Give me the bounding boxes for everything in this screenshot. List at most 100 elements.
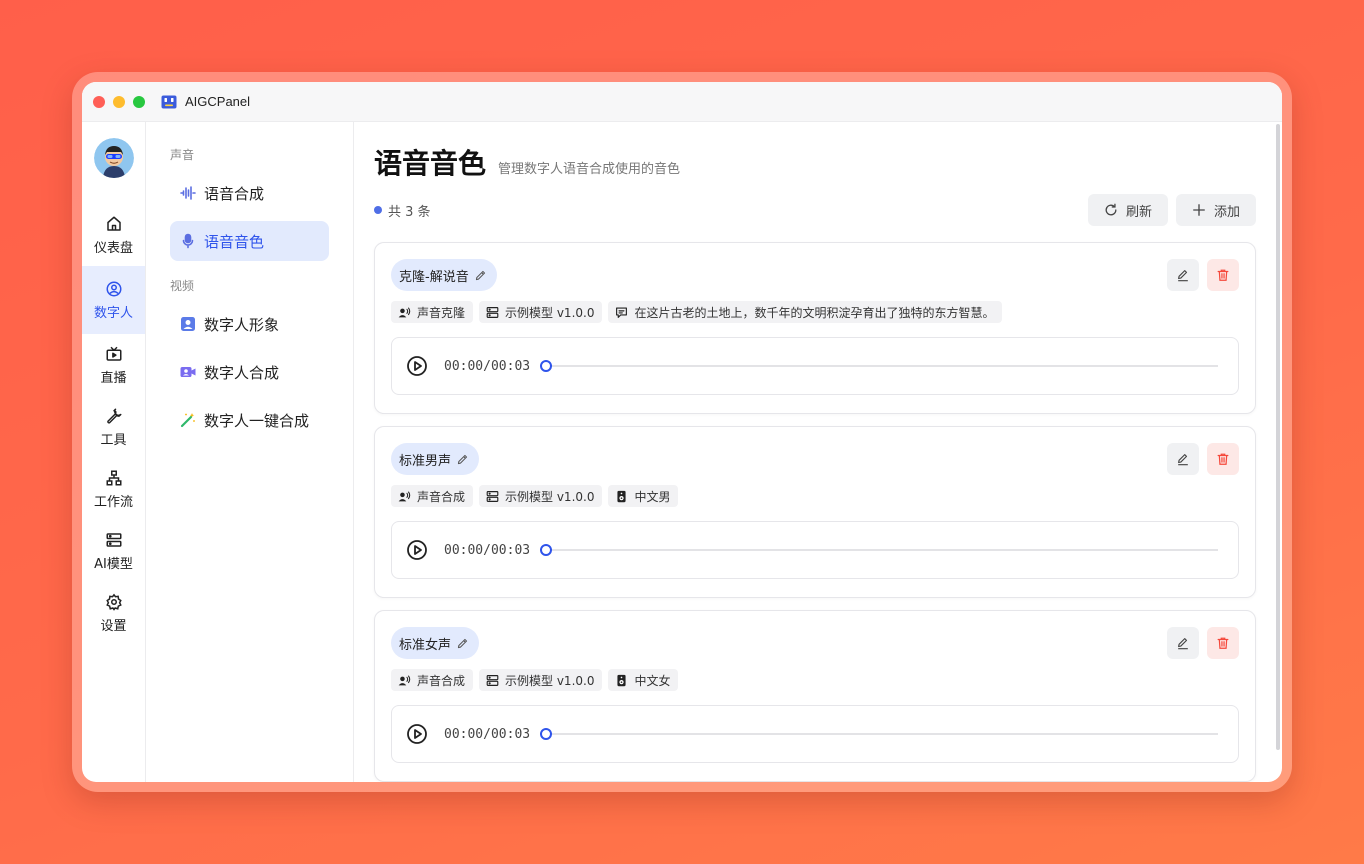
rail-item-tools[interactable]: 工具 bbox=[82, 396, 145, 458]
rail-item-live[interactable]: 直播 bbox=[82, 334, 145, 396]
play-icon[interactable] bbox=[406, 539, 428, 561]
progress-track[interactable] bbox=[540, 544, 1218, 556]
nav-item-voice-timbre[interactable]: 语音音色 bbox=[170, 221, 329, 261]
edit-button[interactable] bbox=[1167, 627, 1199, 659]
server-icon bbox=[486, 674, 499, 686]
rail-item-label: 数字人 bbox=[93, 305, 133, 321]
tag-label: 示例模型 v1.0.0 bbox=[505, 305, 595, 320]
edit-icon bbox=[1178, 270, 1188, 282]
nav-item-label: 数字人形象 bbox=[204, 315, 280, 334]
main-content: 语音音色 管理数字人语音合成使用的音色 共 3 条 刷新 添加 克隆-解说音 声… bbox=[354, 122, 1282, 782]
tag-label: 示例模型 v1.0.0 bbox=[505, 489, 595, 504]
voice-tags: 声音合成 示例模型 v1.0.0 中文男 bbox=[391, 485, 1239, 507]
message-icon bbox=[616, 306, 628, 318]
avatar[interactable] bbox=[93, 138, 134, 178]
speaker-icon bbox=[617, 674, 627, 686]
nav-item-one-click-synthesis[interactable]: 数字人一键合成 bbox=[170, 400, 329, 440]
play-icon[interactable] bbox=[406, 355, 428, 377]
trash-icon bbox=[1217, 637, 1229, 649]
page-title: 语音音色 bbox=[374, 147, 487, 180]
rail-item-ai-model[interactable]: AI模型 bbox=[82, 520, 145, 582]
voice-list: 克隆-解说音 声音克隆 示例模型 v1.0.0 在这片古老的土地上，数千年的文明积淀… bbox=[374, 242, 1256, 782]
maximize-window-button[interactable] bbox=[133, 95, 145, 108]
delete-button[interactable] bbox=[1207, 443, 1239, 475]
tv-icon bbox=[106, 346, 121, 361]
voice-name: 标准女声 bbox=[399, 637, 452, 653]
gear-icon bbox=[105, 593, 122, 611]
progress-track[interactable] bbox=[540, 728, 1218, 740]
add-button[interactable]: 添加 bbox=[1175, 194, 1256, 226]
play-icon[interactable] bbox=[406, 723, 428, 745]
voice-tag: 示例模型 v1.0.0 bbox=[479, 669, 603, 691]
plus-icon bbox=[1193, 204, 1205, 216]
voice-icon bbox=[398, 307, 411, 317]
audio-player: 00:00/00:03 bbox=[391, 705, 1239, 763]
nav-item-speech-synthesis[interactable]: 语音合成 bbox=[170, 173, 329, 213]
minimize-window-button[interactable] bbox=[113, 95, 125, 108]
nav-item-label: 语音合成 bbox=[204, 184, 265, 203]
voice-name-chip[interactable]: 标准女声 bbox=[391, 627, 480, 659]
refresh-button[interactable]: 刷新 bbox=[1087, 194, 1168, 226]
voice-card: 克隆-解说音 声音克隆 示例模型 v1.0.0 在这片古老的土地上，数千年的文明积淀… bbox=[374, 242, 1256, 414]
speaker-icon bbox=[617, 490, 627, 502]
close-window-button[interactable] bbox=[93, 95, 105, 108]
voice-name-chip[interactable]: 克隆-解说音 bbox=[391, 259, 497, 291]
home-icon bbox=[106, 216, 121, 231]
refresh-icon bbox=[1105, 203, 1117, 216]
edit-icon bbox=[1178, 454, 1188, 466]
voice-name-chip[interactable]: 标准男声 bbox=[391, 443, 480, 475]
rail-item-settings[interactable]: 设置 bbox=[82, 582, 145, 644]
progress-knob[interactable] bbox=[540, 728, 553, 740]
voice-tag: 示例模型 v1.0.0 bbox=[479, 301, 603, 323]
voice-card: 标准男声 声音合成 示例模型 v1.0.0 中文男 00:00/00:03 bbox=[374, 426, 1256, 598]
pencil-icon[interactable] bbox=[474, 269, 487, 282]
tag-label: 在这片古老的土地上，数千年的文明积淀孕育出了独特的东方智慧。 bbox=[634, 305, 995, 320]
edit-button[interactable] bbox=[1167, 443, 1199, 475]
rail-item-workflow[interactable]: 工作流 bbox=[82, 458, 145, 520]
voice-icon bbox=[398, 491, 411, 501]
edit-button[interactable] bbox=[1167, 259, 1199, 291]
pencil-icon[interactable] bbox=[456, 637, 469, 650]
tag-label: 示例模型 v1.0.0 bbox=[505, 673, 595, 688]
nav-item-label: 语音音色 bbox=[204, 232, 265, 251]
delete-button[interactable] bbox=[1207, 259, 1239, 291]
progress-knob[interactable] bbox=[540, 360, 553, 372]
nav-item-digital-human-synthesis[interactable]: 数字人合成 bbox=[170, 352, 329, 392]
voice-tag: 中文女 bbox=[608, 669, 679, 691]
voice-tags: 声音合成 示例模型 v1.0.0 中文女 bbox=[391, 669, 1239, 691]
delete-button[interactable] bbox=[1207, 627, 1239, 659]
app-title: AIGCPanel bbox=[185, 94, 251, 109]
section-label-video: 视频 bbox=[170, 279, 195, 293]
waveform-icon bbox=[180, 186, 196, 200]
audio-player: 00:00/00:03 bbox=[391, 337, 1239, 395]
server-icon bbox=[486, 306, 499, 318]
progress-knob[interactable] bbox=[540, 544, 553, 556]
voice-icon bbox=[398, 675, 411, 685]
voice-tag: 声音克隆 bbox=[391, 301, 474, 323]
video-user-icon bbox=[180, 367, 196, 377]
rail-item-label: 设置 bbox=[100, 618, 127, 634]
tag-label: 中文男 bbox=[634, 489, 671, 504]
trash-icon bbox=[1217, 453, 1229, 465]
microphone-icon bbox=[182, 233, 194, 249]
edit-icon bbox=[1178, 638, 1188, 650]
tag-label: 声音合成 bbox=[417, 489, 466, 504]
server-icon bbox=[486, 490, 499, 502]
rail-item-dashboard[interactable]: 仪表盘 bbox=[82, 204, 145, 266]
pencil-icon[interactable] bbox=[456, 453, 469, 466]
app-logo-icon bbox=[161, 95, 177, 108]
playback-time: 00:00/00:03 bbox=[444, 358, 531, 374]
voice-tags: 声音克隆 示例模型 v1.0.0 在这片古老的土地上，数千年的文明积淀孕育出了独特的… bbox=[391, 301, 1239, 323]
voice-tag: 声音合成 bbox=[391, 485, 474, 507]
audio-player: 00:00/00:03 bbox=[391, 521, 1239, 579]
voice-tag: 在这片古老的土地上，数千年的文明积淀孕育出了独特的东方智慧。 bbox=[608, 301, 1003, 323]
rail-item-label: AI模型 bbox=[94, 556, 133, 572]
app-window: AIGCPanel 仪表盘 数字人 直播 工具 工作流 AI模型 设置 声音 语… bbox=[82, 82, 1282, 782]
progress-track[interactable] bbox=[540, 360, 1218, 372]
rail-item-label: 仪表盘 bbox=[93, 240, 133, 256]
rail-item-digital-human[interactable]: 数字人 bbox=[82, 266, 145, 334]
nav-item-digital-avatar[interactable]: 数字人形象 bbox=[170, 304, 329, 344]
scrollbar[interactable] bbox=[1276, 124, 1280, 750]
trash-icon bbox=[1217, 269, 1229, 281]
playback-time: 00:00/00:03 bbox=[444, 542, 531, 558]
